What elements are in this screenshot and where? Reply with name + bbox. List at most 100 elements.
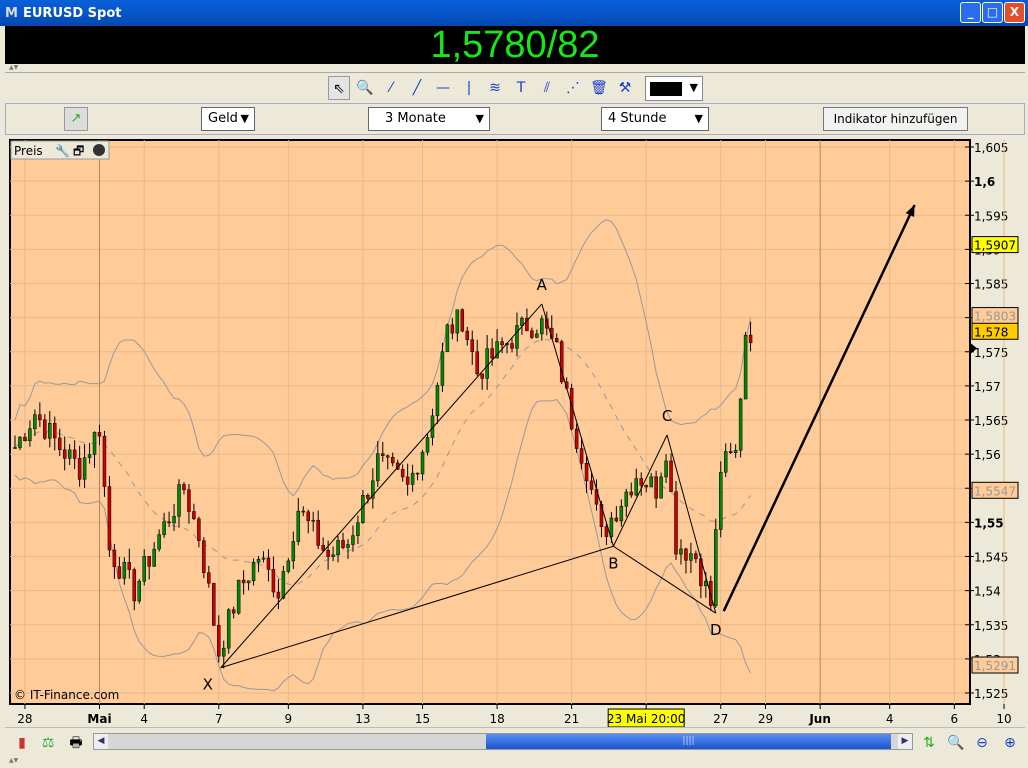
chart-type-icon[interactable]: ↗ bbox=[64, 107, 88, 131]
candle-body bbox=[87, 454, 92, 458]
candle-body bbox=[231, 609, 236, 614]
chevron-down-icon: ▼ bbox=[694, 112, 703, 125]
candle-body bbox=[654, 476, 658, 499]
zoom-out-icon[interactable]: ⊖ bbox=[971, 733, 993, 753]
candle bbox=[137, 578, 141, 604]
chevron-down-icon: ▼ bbox=[240, 112, 249, 125]
color-picker[interactable]: ▼ bbox=[645, 76, 703, 101]
wrench-icon[interactable]: 🔧 bbox=[55, 143, 70, 158]
fibonacci-icon[interactable]: ≋ bbox=[484, 76, 506, 100]
scroll-thumb[interactable]: |||| bbox=[486, 734, 891, 749]
candle-body bbox=[341, 540, 345, 548]
candle-body bbox=[122, 562, 127, 579]
x-tick-label: 21 bbox=[564, 712, 579, 726]
candle-body bbox=[296, 510, 301, 542]
candle-body bbox=[659, 476, 663, 499]
candle-body bbox=[604, 526, 609, 537]
price-chart[interactable]: 1,6051,61,5951,591,5851,581,5751,571,565… bbox=[5, 137, 1025, 727]
candle-body bbox=[381, 453, 385, 456]
x-tick-label: 9 bbox=[285, 712, 293, 726]
splitter-handle[interactable]: ▲▼ bbox=[5, 757, 1025, 768]
pattern-label-A: A bbox=[537, 276, 548, 294]
candle-body bbox=[435, 385, 440, 417]
candle-body bbox=[639, 478, 643, 486]
candle-body bbox=[450, 324, 455, 334]
horizontal-line-icon[interactable]: — bbox=[432, 76, 454, 100]
candle-body bbox=[624, 491, 629, 507]
text-icon[interactable]: T bbox=[510, 76, 532, 100]
candle-body bbox=[266, 557, 271, 570]
color-swatch bbox=[650, 82, 682, 96]
bottom-toolbar: ▮ ⚖ 🖶 ◀ |||| ▶ ⇅ 🔍 ⊖ ⊕ bbox=[5, 727, 1025, 757]
tools-icon[interactable]: ⚒ bbox=[614, 76, 636, 100]
candle-body bbox=[445, 324, 450, 353]
candle-body bbox=[540, 318, 544, 335]
x-tick-label: 7 bbox=[215, 712, 223, 726]
close-button[interactable]: X bbox=[1004, 2, 1025, 23]
candle-body bbox=[256, 558, 261, 563]
candle-body bbox=[460, 309, 465, 332]
candle-body bbox=[674, 491, 678, 555]
candle bbox=[738, 397, 743, 458]
x-tick-label: Mai bbox=[87, 712, 111, 726]
candle-chart-icon[interactable]: ▮ bbox=[11, 733, 33, 753]
candle-body bbox=[72, 449, 77, 459]
minimize-button[interactable]: _ bbox=[960, 2, 981, 23]
candle-body bbox=[346, 544, 350, 548]
candle-body bbox=[306, 511, 310, 521]
price-marker: 1,578 bbox=[971, 322, 1019, 340]
x-tick-label: 27 bbox=[713, 712, 728, 726]
chart-settings-bar: ↗ Geld ▼ 3 Monate ▼ 4 Stunde ▼ Indikator hi… bbox=[5, 103, 1025, 135]
detach-icon[interactable]: 🗗 bbox=[73, 144, 84, 158]
candle-body bbox=[649, 476, 653, 488]
trendline-icon[interactable]: ╱ bbox=[406, 76, 428, 100]
interval-select[interactable]: 4 Stunde ▼ bbox=[601, 107, 709, 131]
candle-body bbox=[23, 436, 27, 441]
drawing-toolbar: ▼ ⇖ 🔍 ⁄ ╱ — | ≋ T ⫽ ⋰ 🗑 ⚒ bbox=[5, 72, 1025, 102]
candle-body bbox=[157, 534, 161, 550]
candle-body bbox=[57, 437, 62, 450]
pointer-icon[interactable]: ⇖ bbox=[328, 76, 350, 100]
candle-body bbox=[425, 437, 430, 453]
candle-body bbox=[420, 451, 425, 475]
candle-body bbox=[221, 647, 226, 657]
candle-body bbox=[405, 476, 410, 485]
candle-body bbox=[316, 519, 320, 546]
channel-icon[interactable]: ⫽ bbox=[536, 76, 558, 100]
pattern-label-D: D bbox=[710, 621, 722, 639]
zoom-fit-icon[interactable]: 🔍 bbox=[945, 733, 967, 753]
splitter-handle[interactable]: ▲▼ bbox=[5, 64, 1025, 72]
candle bbox=[674, 480, 678, 560]
line-icon[interactable]: ⁄ bbox=[380, 76, 402, 100]
range-select[interactable]: 3 Monate ▼ bbox=[368, 107, 490, 131]
trash-icon[interactable]: 🗑 bbox=[588, 76, 610, 100]
scroll-left-arrow[interactable]: ◀ bbox=[94, 734, 108, 749]
print-icon[interactable]: 🖶 bbox=[65, 733, 87, 753]
plot-background bbox=[9, 139, 971, 705]
x-tick-label: 29 bbox=[758, 712, 773, 726]
vertical-line-icon[interactable]: | bbox=[458, 76, 480, 100]
add-indicator-button[interactable]: Indikator hinzufügen bbox=[823, 107, 968, 131]
y-tick-label: 1,54 bbox=[974, 585, 1001, 599]
y-tick-label: 1,55 bbox=[974, 516, 1004, 530]
price-marker-label: 1,578 bbox=[974, 325, 1008, 339]
close-panel-icon[interactable] bbox=[93, 144, 105, 156]
candle-body bbox=[689, 553, 693, 561]
scroll-right-arrow[interactable]: ▶ bbox=[898, 734, 912, 749]
candle-body bbox=[500, 341, 504, 346]
compare-icon[interactable]: ⚖ bbox=[37, 733, 59, 753]
candle-body bbox=[152, 548, 156, 567]
price-type-select[interactable]: Geld ▼ bbox=[201, 107, 255, 131]
x-tick-label: 6 bbox=[951, 712, 959, 726]
maximize-button[interactable]: □ bbox=[982, 2, 1003, 23]
time-scrollbar[interactable]: ◀ |||| ▶ bbox=[93, 733, 913, 750]
zoom-in-icon[interactable]: 🔍 bbox=[354, 76, 376, 100]
candle-body bbox=[584, 463, 589, 482]
parallel-icon[interactable]: ⋰ bbox=[562, 76, 584, 100]
candle-body bbox=[480, 373, 484, 379]
candle-body bbox=[743, 334, 748, 400]
fit-icon[interactable]: ⇅ bbox=[918, 733, 940, 753]
candle-body bbox=[142, 556, 146, 582]
candle-body bbox=[400, 469, 405, 478]
zoom-in-icon[interactable]: ⊕ bbox=[999, 733, 1021, 753]
